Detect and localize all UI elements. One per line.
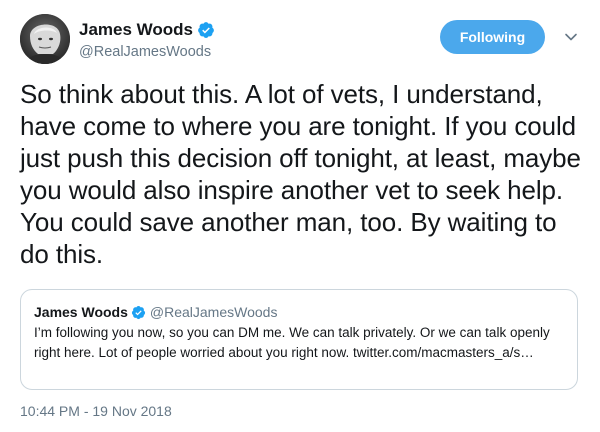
quoted-tweet-header: James Woods @RealJamesWoods bbox=[34, 302, 277, 322]
tweet-header: James Woods @RealJamesWoods Following bbox=[20, 14, 580, 66]
quoted-display-name: James Woods bbox=[34, 304, 128, 320]
quoted-handle: @RealJamesWoods bbox=[149, 304, 278, 320]
following-button[interactable]: Following bbox=[440, 20, 545, 54]
author-names: James Woods @RealJamesWoods bbox=[79, 19, 215, 62]
display-name[interactable]: James Woods bbox=[79, 19, 193, 41]
tweet-timestamp[interactable]: 10:44 PM - 19 Nov 2018 bbox=[20, 403, 172, 419]
tweet-text: So think about this. A lot of vets, I un… bbox=[20, 79, 581, 269]
avatar[interactable] bbox=[20, 14, 70, 64]
chevron-down-icon[interactable] bbox=[564, 30, 578, 44]
author-handle[interactable]: @RealJamesWoods bbox=[79, 42, 215, 62]
verified-badge-icon bbox=[197, 21, 215, 39]
quoted-tweet[interactable]: James Woods @RealJamesWoods I’m followin… bbox=[20, 289, 578, 390]
display-name-row: James Woods bbox=[79, 19, 215, 41]
verified-badge-icon bbox=[131, 305, 146, 320]
avatar-image bbox=[20, 14, 70, 64]
tweet-card: James Woods @RealJamesWoods Following So… bbox=[0, 0, 600, 432]
quoted-tweet-text: I’m following you now, so you can DM me.… bbox=[34, 325, 550, 360]
